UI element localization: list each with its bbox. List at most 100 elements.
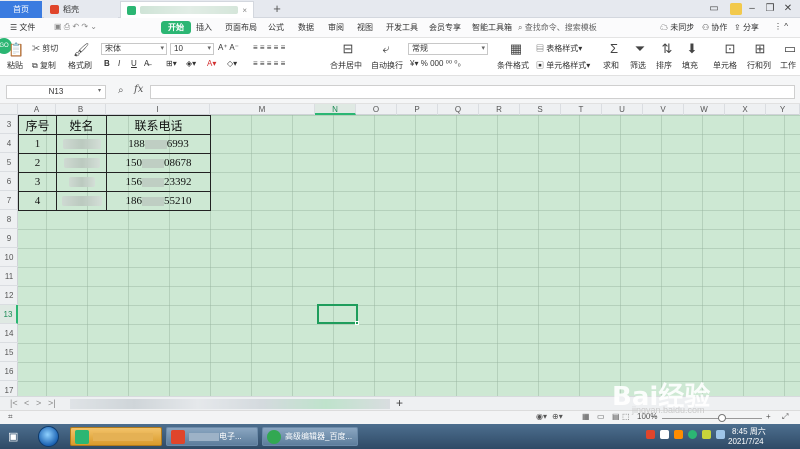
conditional-format-label[interactable]: 条件格式 bbox=[497, 60, 529, 71]
sum-icon[interactable]: Σ bbox=[606, 41, 622, 57]
command-search[interactable]: ⌕ 查找命令、搜索模板 bbox=[518, 22, 597, 33]
chevron-down-icon[interactable]: ▾ bbox=[98, 87, 101, 94]
column-header-o[interactable]: O bbox=[356, 104, 397, 115]
select-all-corner[interactable] bbox=[0, 104, 18, 115]
prev-sheet-icon[interactable]: < bbox=[24, 398, 29, 408]
menu-tab-member[interactable]: 会员专享 bbox=[429, 22, 461, 33]
eye-protect-icon[interactable]: ◉▾ bbox=[536, 412, 547, 421]
first-sheet-icon[interactable]: |< bbox=[10, 398, 18, 408]
row-header-3[interactable]: 3 bbox=[0, 115, 18, 134]
taskbar-browser-window[interactable]: 高级编辑器_百度... bbox=[262, 427, 358, 446]
cell-name[interactable] bbox=[56, 172, 107, 192]
row-header-5[interactable]: 5 bbox=[0, 153, 18, 172]
clear-format-button[interactable]: ◇▾ bbox=[227, 59, 237, 68]
collaborate-button[interactable]: ⚇ 协作 bbox=[702, 22, 727, 33]
header-cell-number[interactable]: 序号 bbox=[18, 115, 57, 135]
clock-date[interactable]: 2021/7/24 bbox=[728, 437, 764, 446]
add-sheet-button[interactable]: + bbox=[396, 396, 403, 410]
column-header-y[interactable]: Y bbox=[766, 104, 800, 115]
row-header-11[interactable]: 11 bbox=[0, 267, 18, 286]
row-header-12[interactable]: 12 bbox=[0, 286, 18, 305]
row-header-6[interactable]: 6 bbox=[0, 172, 18, 191]
sum-label[interactable]: 求和 bbox=[603, 60, 619, 71]
formula-input[interactable] bbox=[150, 85, 795, 99]
menu-file[interactable]: ☰ 文件 bbox=[10, 22, 35, 33]
cell-icon[interactable]: ⊡ bbox=[722, 41, 738, 57]
menu-tab-view[interactable]: 视图 bbox=[357, 22, 373, 33]
row-header-14[interactable]: 14 bbox=[0, 324, 18, 343]
font-size-up-down[interactable]: A⁺ A⁻ bbox=[218, 43, 239, 52]
menu-tab-page-layout[interactable]: 页面布局 bbox=[225, 22, 257, 33]
tab-document[interactable]: × bbox=[120, 1, 254, 18]
row-header-9[interactable]: 9 bbox=[0, 229, 18, 248]
cell-number[interactable]: 2 bbox=[18, 153, 57, 173]
border-button[interactable]: ⊞▾ bbox=[166, 59, 177, 68]
wrap-text-icon[interactable]: ⤶ bbox=[378, 41, 394, 57]
header-cell-phone[interactable]: 联系电话 bbox=[106, 115, 211, 135]
next-sheet-icon[interactable]: > bbox=[36, 398, 41, 408]
avatar[interactable] bbox=[730, 3, 742, 15]
column-header-v[interactable]: V bbox=[643, 104, 684, 115]
merge-center-icon[interactable]: ⊟ bbox=[340, 41, 356, 57]
cell-number[interactable]: 3 bbox=[18, 172, 57, 192]
new-tab-button[interactable]: + bbox=[270, 2, 284, 16]
column-header-b[interactable]: B bbox=[56, 104, 106, 115]
fill-color-button[interactable]: ◈▾ bbox=[186, 59, 196, 68]
sort-label[interactable]: 排序 bbox=[656, 60, 672, 71]
align-top-buttons[interactable]: ≡ ≡ ≡ ≡ ≡ bbox=[253, 43, 285, 52]
column-header-i[interactable]: I bbox=[106, 104, 210, 115]
spreadsheet-grid[interactable]: A B I M N O P Q R S T U V W X Y 3 4 5 6 … bbox=[0, 104, 800, 400]
cell-style-button[interactable]: ▣ 单元格样式▾ bbox=[536, 60, 590, 71]
column-header-x[interactable]: X bbox=[725, 104, 766, 115]
page-layout-view-icon[interactable]: ▭ bbox=[597, 412, 605, 421]
menu-tab-data[interactable]: 数据 bbox=[298, 22, 314, 33]
row-col-icon[interactable]: ⊞ bbox=[752, 41, 768, 57]
cell-label[interactable]: 单元格 bbox=[713, 60, 737, 71]
tray-volume-icon[interactable] bbox=[716, 430, 725, 439]
minimize-icon[interactable]: – bbox=[746, 3, 758, 15]
conditional-format-icon[interactable]: ▦ bbox=[508, 41, 524, 57]
row-header-10[interactable]: 10 bbox=[0, 248, 18, 267]
menu-tab-smart-tools[interactable]: 智能工具箱 bbox=[472, 22, 512, 33]
taskbar-wps-window[interactable] bbox=[70, 427, 162, 446]
font-name-select[interactable]: 宋体 ▾ bbox=[101, 43, 167, 55]
merge-center-label[interactable]: 合并居中 bbox=[330, 60, 362, 71]
cut-button[interactable]: ✂ 剪切 bbox=[32, 43, 58, 54]
font-size-select[interactable]: 10 ▾ bbox=[170, 43, 214, 55]
tray-app-icon[interactable] bbox=[674, 430, 683, 439]
italic-button[interactable]: I bbox=[118, 59, 120, 68]
cell-name[interactable] bbox=[56, 153, 107, 173]
freeze-icon[interactable]: ⊕▾ bbox=[552, 412, 563, 421]
sync-status[interactable]: ☁ 未同步 bbox=[660, 22, 694, 33]
header-cell-name[interactable]: 姓名 bbox=[56, 115, 107, 135]
column-header-m[interactable]: M bbox=[210, 104, 315, 115]
function-icon[interactable]: fx bbox=[134, 84, 143, 95]
cell-name[interactable] bbox=[56, 191, 107, 211]
more-icon[interactable]: ⋮ ^ bbox=[774, 22, 788, 31]
row-col-label[interactable]: 行和列 bbox=[747, 60, 771, 71]
tray-security-icon[interactable] bbox=[688, 430, 697, 439]
fill-handle[interactable] bbox=[355, 321, 359, 325]
cell-phone[interactable]: 186 55210 bbox=[106, 191, 211, 211]
name-box[interactable]: N13 bbox=[6, 85, 106, 99]
filter-label[interactable]: 筛选 bbox=[630, 60, 646, 71]
format-painter-label[interactable]: 格式刷 bbox=[68, 60, 92, 71]
fill-label[interactable]: 填充 bbox=[682, 60, 698, 71]
macro-record-icon[interactable]: ⌗ bbox=[8, 412, 13, 422]
filter-icon[interactable]: ⏷ bbox=[632, 41, 648, 57]
format-painter-icon[interactable]: 🖌 bbox=[73, 42, 90, 58]
quick-access-icons[interactable]: ▣ ⎙ ↶ ↷ ⌄ bbox=[54, 22, 97, 32]
fullscreen-icon[interactable]: ⤢ bbox=[782, 412, 788, 422]
taskbar-document-window[interactable]: 电子... bbox=[166, 427, 258, 446]
paste-icon[interactable]: 📋 bbox=[8, 42, 24, 58]
tray-network-icon[interactable] bbox=[702, 430, 711, 439]
last-sheet-icon[interactable]: >| bbox=[48, 398, 56, 408]
zoom-slider[interactable] bbox=[662, 418, 762, 419]
column-header-u[interactable]: U bbox=[602, 104, 643, 115]
table-style-button[interactable]: ▤ 表格样式▾ bbox=[536, 43, 582, 54]
zoom-icon[interactable]: ⌕ bbox=[118, 85, 124, 96]
menu-tab-start[interactable]: 开始 bbox=[161, 21, 191, 34]
clock-time[interactable]: 8:45 周六 bbox=[732, 426, 766, 437]
menu-tab-developer[interactable]: 开发工具 bbox=[386, 22, 418, 33]
wrap-text-label[interactable]: 自动换行 bbox=[371, 60, 403, 71]
